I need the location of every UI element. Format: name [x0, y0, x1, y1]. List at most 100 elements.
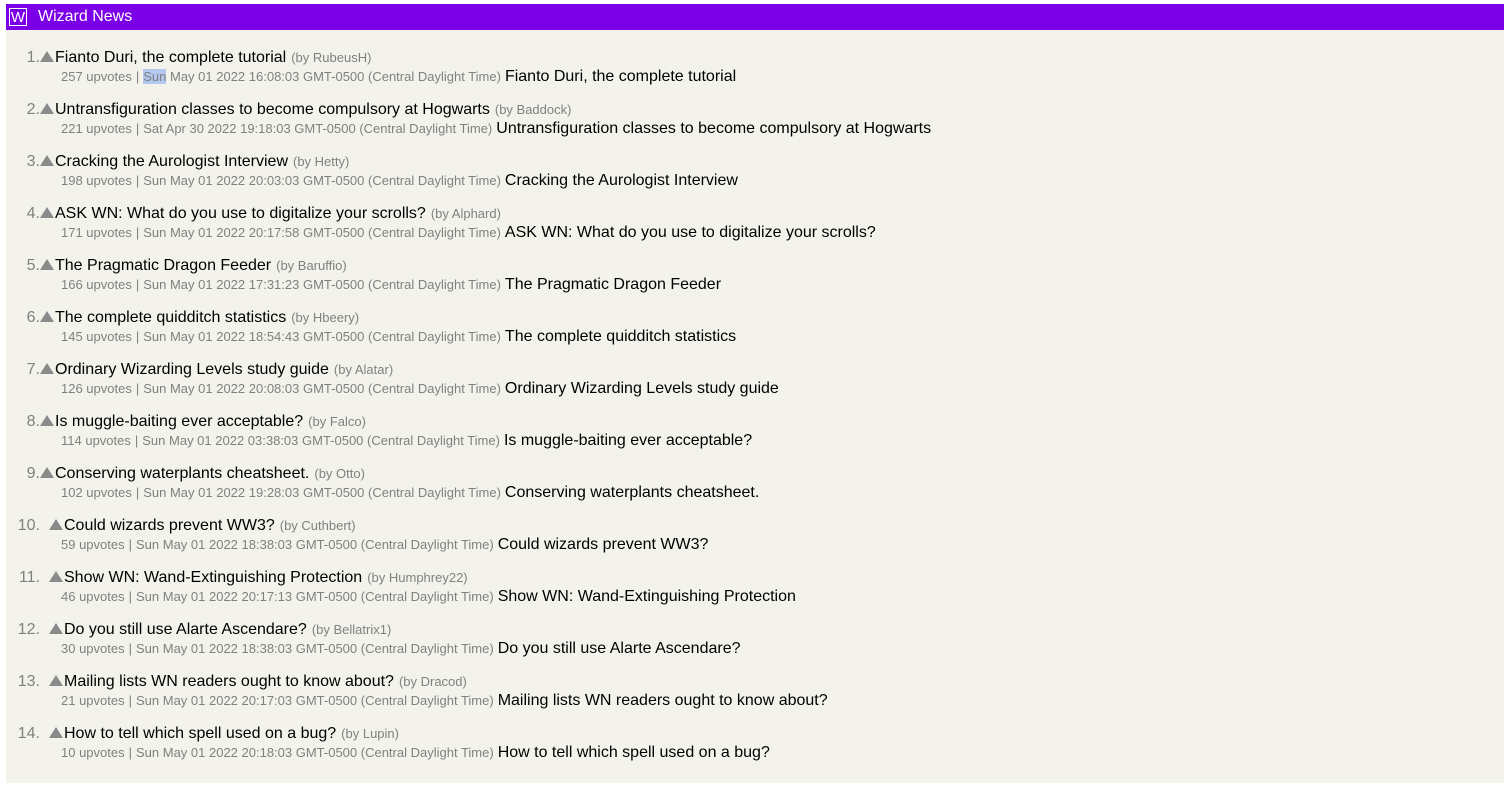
- item-upvotes: 10 upvotes: [61, 745, 125, 760]
- upvote-arrow-icon[interactable]: [49, 622, 63, 634]
- item-title-link[interactable]: The Pragmatic Dragon Feeder: [55, 257, 271, 275]
- item-title-link[interactable]: Could wizards prevent WW3?: [64, 517, 275, 535]
- item-content: ASK WN: What do you use to digitalize yo…: [504, 224, 876, 241]
- item-meta-row: 221 upvotes | Sat Apr 30 2022 19:18:03 GMT…: [61, 120, 931, 138]
- upvote-arrow-icon[interactable]: [40, 154, 54, 166]
- item-date: Sat Apr 30 2022 19:18:03 GMT-0500 (Centr…: [143, 121, 493, 136]
- item-meta-row: 102 upvotes | Sun May 01 2022 19:28:03 GMT…: [61, 484, 759, 502]
- item-title-link[interactable]: Untransfiguration classes to become comp…: [55, 101, 490, 119]
- item-title-link[interactable]: Mailing lists WN readers ought to know a…: [64, 673, 394, 691]
- item-author: (by Alatar): [333, 362, 394, 377]
- news-item: 4. ASK WN: What do you use to digitalize …: [6, 190, 1504, 242]
- item-meta-row: 46 upvotes | Sun May 01 2022 20:17:13 GMT-…: [61, 588, 796, 606]
- news-item: 13. Mailing lists WN readers ought to kno…: [6, 658, 1504, 710]
- upvote-arrow-icon[interactable]: [40, 310, 54, 322]
- item-title-link[interactable]: Is muggle-baiting ever acceptable?: [55, 413, 303, 431]
- news-item: 9. Conserving waterplants cheatsheet. (by …: [6, 450, 1504, 502]
- item-date: Sun May 01 2022 03:38:03 GMT-0500 (Centr…: [142, 433, 500, 448]
- item-upvotes: 30 upvotes: [61, 641, 125, 656]
- news-item: 3. Cracking the Aurologist Interview (by H…: [6, 138, 1504, 190]
- item-date: Sun May 01 2022 20:17:58 GMT-0500 (Centr…: [143, 225, 501, 240]
- item-upvotes: 221 upvotes: [61, 121, 132, 136]
- item-meta-row: 198 upvotes | Sun May 01 2022 20:03:03 GMT…: [61, 172, 738, 190]
- upvote-arrow-icon[interactable]: [40, 362, 54, 374]
- item-date: Sun May 01 2022 20:17:03 GMT-0500 (Centr…: [136, 693, 494, 708]
- item-title-row: Conserving waterplants cheatsheet. (by Ot…: [40, 465, 365, 483]
- news-item: 6. The complete quidditch statistics (by H…: [6, 294, 1504, 346]
- item-content: Conserving waterplants cheatsheet.: [504, 484, 760, 501]
- item-upvotes: 126 upvotes: [61, 381, 132, 396]
- meta-separator: |: [134, 433, 139, 448]
- item-rank: 10.: [17, 517, 40, 534]
- upvote-arrow-icon[interactable]: [40, 466, 54, 478]
- item-rank: 13.: [17, 673, 40, 690]
- news-item: 11. Show WN: Wand-Extinguishing Protectio…: [6, 554, 1504, 606]
- upvote-arrow-icon[interactable]: [40, 102, 54, 114]
- item-date: Sun May 01 2022 18:54:43 GMT-0500 (Centr…: [143, 329, 501, 344]
- upvote-arrow-icon[interactable]: [49, 726, 63, 738]
- item-content: Do you still use Alarte Ascendare?: [497, 640, 741, 657]
- upvote-arrow-icon[interactable]: [49, 674, 63, 686]
- item-title-row: Show WN: Wand-Extinguishing Protection (b…: [49, 569, 468, 587]
- item-rank: 9.: [26, 465, 40, 482]
- item-author: (by Falco): [308, 414, 366, 429]
- meta-separator: |: [135, 277, 140, 292]
- item-meta-row: 10 upvotes | Sun May 01 2022 20:18:03 GMT-…: [61, 744, 770, 762]
- item-title-row: Untransfiguration classes to become comp…: [40, 101, 571, 119]
- upvote-arrow-icon[interactable]: [49, 518, 63, 530]
- item-author: (by Hetty): [293, 154, 350, 169]
- news-item: 2. Untransfiguration classes to become co…: [6, 86, 1504, 138]
- item-content: How to tell which spell used on a bug?: [497, 744, 770, 761]
- meta-separator: |: [135, 173, 140, 188]
- meta-separator: |: [128, 745, 132, 760]
- item-author: (by Bellatrix1): [311, 622, 392, 637]
- item-title-link[interactable]: Conserving waterplants cheatsheet.: [55, 465, 309, 483]
- upvote-arrow-icon[interactable]: [40, 258, 54, 270]
- item-date: Sun May 01 2022 16:08:03 GMT-0500 (Centr…: [143, 69, 501, 84]
- upvote-arrow-icon[interactable]: [49, 570, 63, 582]
- item-title-link[interactable]: Do you still use Alarte Ascendare?: [64, 621, 307, 639]
- item-rank: 7.: [26, 361, 40, 378]
- meta-separator: |: [135, 69, 140, 84]
- item-title-row: Mailing lists WN readers ought to know a…: [49, 673, 467, 691]
- item-upvotes: 59 upvotes: [61, 537, 125, 552]
- item-upvotes: 171 upvotes: [61, 225, 132, 240]
- item-title-link[interactable]: ASK WN: What do you use to digitalize yo…: [55, 205, 426, 223]
- item-content: The Pragmatic Dragon Feeder: [504, 276, 722, 293]
- item-meta-row: 21 upvotes | Sun May 01 2022 20:17:03 GMT-…: [61, 692, 828, 710]
- item-meta-row: 30 upvotes | Sun May 01 2022 18:38:03 GMT-…: [61, 640, 741, 658]
- item-rank: 14.: [17, 725, 40, 742]
- site-title[interactable]: Wizard News: [38, 8, 132, 26]
- item-title-row: Is muggle-baiting ever acceptable? (by Fa…: [40, 413, 366, 431]
- item-author: (by Dracod): [398, 674, 467, 689]
- meta-separator: |: [128, 537, 132, 552]
- item-title-link[interactable]: How to tell which spell used on a bug?: [64, 725, 336, 743]
- item-title-link[interactable]: The complete quidditch statistics: [55, 309, 286, 327]
- site-logo[interactable]: W: [9, 8, 27, 26]
- upvote-arrow-icon[interactable]: [40, 414, 54, 426]
- item-title-row: ASK WN: What do you use to digitalize yo…: [40, 205, 501, 223]
- item-title-row: Fianto Duri, the complete tutorial (by Ru…: [40, 49, 371, 67]
- item-title-link[interactable]: Ordinary Wizarding Levels study guide: [55, 361, 329, 379]
- item-title-link[interactable]: Show WN: Wand-Extinguishing Protection: [64, 569, 362, 587]
- item-title-link[interactable]: Fianto Duri, the complete tutorial: [55, 49, 286, 67]
- item-upvotes: 102 upvotes: [61, 485, 132, 500]
- item-author: (by RubeusH): [291, 50, 372, 65]
- item-content: The complete quidditch statistics: [504, 328, 737, 345]
- news-item: 5. The Pragmatic Dragon Feeder (by Baruffi…: [6, 242, 1504, 294]
- item-date: Sun May 01 2022 20:03:03 GMT-0500 (Centr…: [143, 173, 501, 188]
- item-date: Sun May 01 2022 18:38:03 GMT-0500 (Centr…: [136, 537, 494, 552]
- item-upvotes: 257 upvotes: [61, 69, 132, 84]
- upvote-arrow-icon[interactable]: [40, 206, 54, 218]
- meta-separator: |: [135, 485, 140, 500]
- meta-separator: |: [128, 589, 132, 604]
- item-date: Sun May 01 2022 19:28:03 GMT-0500 (Centr…: [143, 485, 501, 500]
- item-rank: 2.: [26, 101, 40, 118]
- upvote-arrow-icon[interactable]: [40, 50, 54, 62]
- item-rank: 1.: [26, 49, 40, 66]
- news-item: 7. Ordinary Wizarding Levels study guide (…: [6, 346, 1504, 398]
- item-content: Mailing lists WN readers ought to know a…: [497, 692, 828, 709]
- item-title-row: Cracking the Aurologist Interview (by Het…: [40, 153, 349, 171]
- item-title-link[interactable]: Cracking the Aurologist Interview: [55, 153, 288, 171]
- item-rank: 12.: [17, 621, 40, 638]
